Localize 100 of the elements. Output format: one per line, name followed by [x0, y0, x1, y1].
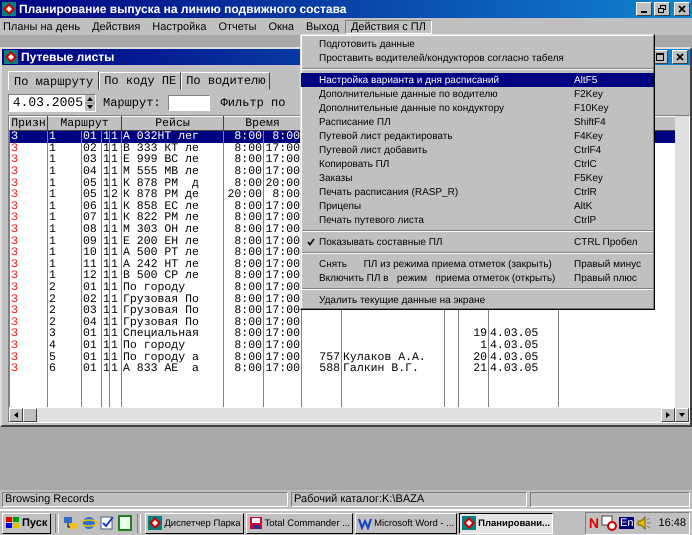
- table-cell: 8:00: [234, 270, 262, 282]
- table-cell: 1: [103, 351, 110, 363]
- column-header[interactable]: Призн: [10, 116, 48, 130]
- menu-item[interactable]: Подготовить данные: [301, 37, 654, 51]
- vertical-scrollbar[interactable]: [675, 116, 689, 422]
- menu-item[interactable]: Прицепы AltK: [301, 199, 654, 213]
- menu-item[interactable]: Печать расписания (RASP_R) CtrlR: [301, 185, 654, 199]
- tab[interactable]: По коду ПЕ: [99, 72, 182, 90]
- table-cell: К 822 РМ ле: [123, 212, 199, 224]
- column-header[interactable]: Маршрут: [48, 116, 122, 130]
- close-button[interactable]: [674, 2, 690, 16]
- table-cell: 8:00: [234, 316, 262, 328]
- tab[interactable]: По маршруту: [8, 71, 100, 90]
- table-cell: 17:00: [266, 351, 300, 363]
- menu-item[interactable]: Проставить водителей/кондукторов согласно табеля: [301, 51, 654, 65]
- scroll-thumb[interactable]: [23, 408, 37, 422]
- table-cell: З: [11, 166, 18, 178]
- table-cell: 8:00: [234, 154, 262, 166]
- table-cell: 06: [83, 200, 97, 212]
- menu-item[interactable]: Показывать составные ПЛ CTRL Пробел: [301, 235, 654, 249]
- menu-item[interactable]: Копировать ПЛ CtrlC: [301, 157, 654, 171]
- table-cell: З: [11, 328, 18, 340]
- column-header[interactable]: Рейсы: [122, 116, 224, 130]
- table-cell: 1: [111, 224, 118, 236]
- menu-item[interactable]: Выход: [300, 20, 345, 34]
- child-window-title: Путевые листы: [21, 50, 114, 64]
- alarm-icon[interactable]: [601, 515, 617, 531]
- column-header[interactable]: Время: [224, 116, 302, 130]
- table-cell: 1: [49, 258, 56, 270]
- scroll-down-button[interactable]: [675, 408, 689, 422]
- spin-arrows-icon[interactable]: [85, 95, 95, 111]
- table-cell: 1: [103, 282, 110, 294]
- table-cell: 8:00: [234, 142, 262, 154]
- menu-item[interactable]: Настройка варианта и дня расписаний AltF5: [301, 73, 654, 87]
- table-cell: З: [11, 200, 18, 212]
- checkmark-icon: [307, 238, 315, 246]
- table-cell: 01: [83, 351, 97, 363]
- table-cell: 8:00: [234, 166, 262, 178]
- table-cell: 4: [49, 340, 56, 352]
- menu-item[interactable]: Отчеты: [212, 20, 262, 34]
- scroll-left-button[interactable]: [9, 408, 23, 422]
- table-cell: 17:00: [266, 154, 300, 166]
- table-cell: 1: [111, 142, 118, 154]
- menu-item[interactable]: Дополнительные данные по кондуктору F10Key: [301, 101, 654, 115]
- table-cell: 1: [111, 246, 118, 259]
- table-cell: З: [11, 316, 18, 328]
- table-cell: 1: [103, 166, 110, 178]
- table-cell: 1: [111, 200, 118, 212]
- table-cell: 1: [103, 212, 110, 224]
- scroll-right-button[interactable]: [661, 408, 675, 422]
- menu-item[interactable]: Удалить текущие данные на экране: [301, 293, 654, 307]
- menu-item[interactable]: Снять ПЛ из режима приема отметок (закрыть) Правый минус: [301, 257, 654, 271]
- menu-item[interactable]: Дополнительные данные по водителю F2Key: [301, 87, 654, 101]
- taskbar-button[interactable]: Планировани...: [459, 512, 553, 534]
- table-cell: 1: [111, 130, 118, 143]
- menu-item[interactable]: Путевой лист редактировать F4Key: [301, 129, 654, 143]
- table-cell: По городу: [123, 340, 186, 352]
- table-cell: 05: [83, 188, 97, 201]
- start-button[interactable]: Пуск: [2, 512, 52, 534]
- menu-item[interactable]: Расписание ПЛ ShiftF4: [301, 115, 654, 129]
- minimize-button[interactable]: [636, 2, 652, 16]
- menu-item[interactable]: Действия с ПЛ: [344, 20, 432, 34]
- language-indicator[interactable]: En: [619, 517, 634, 529]
- network-icon[interactable]: [63, 515, 80, 531]
- table-cell: 1: [111, 340, 118, 352]
- date-field[interactable]: 4.03.2005: [8, 94, 96, 112]
- route-field[interactable]: [168, 95, 210, 111]
- table-cell: 1: [49, 142, 56, 154]
- menu-item[interactable]: Путевой лист добавить CtrlF4: [301, 143, 654, 157]
- table-cell: 17:00: [266, 282, 300, 294]
- table-cell: 8:00: [234, 177, 262, 189]
- menu-item[interactable]: Печать путевого листа CtrlP: [301, 213, 654, 227]
- taskbar-button[interactable]: Total Commander ...: [246, 512, 354, 534]
- menu-item[interactable]: Включить ПЛ в режим приема отметок (открыть) Правый плюс: [301, 271, 654, 285]
- close-button[interactable]: [672, 50, 688, 64]
- table-cell: 8:00: [234, 362, 262, 374]
- tab[interactable]: По водителю: [181, 72, 270, 90]
- table-cell: 8:00: [234, 328, 262, 340]
- menu-item[interactable]: Окна: [262, 20, 300, 34]
- table-cell: А 500 РТ ле: [123, 246, 199, 259]
- checklist-icon[interactable]: [99, 515, 116, 531]
- menu-item[interactable]: Заказы F5Key: [301, 171, 654, 185]
- table-cell: 1: [103, 177, 110, 189]
- restore-button[interactable]: [654, 2, 670, 16]
- horizontal-scrollbar[interactable]: [9, 408, 675, 422]
- menu-item[interactable]: Планы на день: [0, 20, 86, 34]
- table-cell: 1: [103, 340, 110, 352]
- right-arrow-icon: [664, 411, 672, 419]
- table-cell: З: [11, 154, 18, 166]
- table-cell: 17:00: [266, 142, 300, 154]
- menu-item[interactable]: Действия: [86, 20, 146, 34]
- table-cell: По городу: [123, 282, 186, 294]
- table-cell: 1: [103, 142, 110, 154]
- maximize-icon: [656, 53, 664, 61]
- menu-item[interactable]: Настройка: [146, 20, 212, 34]
- taskbar-button[interactable]: Диспетчер Парка: [145, 512, 244, 534]
- zigzag-icon: [358, 516, 372, 530]
- taskbar-button[interactable]: Microsoft Word - ...: [355, 512, 458, 534]
- speaker-icon[interactable]: [636, 515, 652, 531]
- page-icon[interactable]: [117, 515, 134, 531]
